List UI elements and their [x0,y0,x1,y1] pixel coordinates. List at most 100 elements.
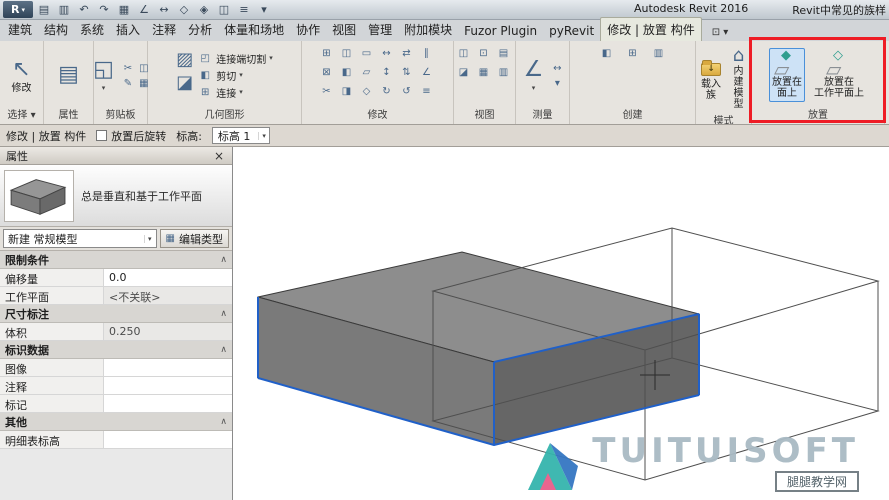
collapse-icon[interactable]: ∧ [220,345,227,355]
tab-systems[interactable]: 系统 [74,18,110,41]
mark-value-field[interactable] [104,395,232,412]
tab-manage[interactable]: 管理 [362,18,398,41]
mirror-icon[interactable]: ▭ [359,46,375,61]
paint-icon[interactable]: ◪ [176,73,193,93]
reveal-icon[interactable]: ▦ [476,65,492,80]
place-on-face-button[interactable]: ◆ ▱ 放置在 面上 [769,48,805,102]
array-icon[interactable]: ▱ [359,65,375,80]
rotate-after-placement-checkbox[interactable]: 放置后旋转 [96,128,166,144]
panel-label-select[interactable]: 选择 ▾ [0,109,43,124]
tab-view[interactable]: 视图 [326,18,362,41]
delete-icon[interactable]: ✂ [319,84,335,99]
linework-icon[interactable]: ▥ [496,65,512,80]
section-other[interactable]: 其他 ∧ [0,413,232,431]
aligned-dim-icon[interactable]: ↔ [549,61,565,76]
schedule-level-value-field[interactable] [104,431,232,448]
fillet-icon[interactable]: ◇ [359,84,375,99]
load-family-button[interactable]: ↓ 载入 族 [698,52,724,104]
panel-label-clipboard: 剪贴板 [94,109,147,124]
redo-icon[interactable]: ↷ [95,2,113,18]
thin-lines-icon[interactable]: ≡ [235,2,253,18]
modify-button[interactable]: ↖ 修改 [9,54,35,97]
place-on-work-plane-button[interactable]: ◇ ▱ 放置在 工作平面上 [811,48,867,102]
measure-more-icon[interactable]: ▾ [549,76,565,91]
tab-pyrevit[interactable]: pyRevit [543,21,600,41]
tab-architecture[interactable]: 建筑 [2,18,38,41]
join-geometry-button[interactable]: ⊞ 连接 ▾ [197,84,273,100]
isolate-icon[interactable]: ◪ [456,65,472,80]
split-icon[interactable]: ◧ [339,65,355,80]
scale-icon[interactable]: ↕ [379,65,395,80]
property-row-offset: 偏移量 0.0 [0,269,232,287]
lines-icon[interactable]: ≡ [419,84,435,99]
paste-icon: ◱ [93,57,114,83]
image-value-field[interactable] [104,359,232,376]
create-assembly-icon[interactable]: ▥ [651,46,667,61]
collapse-icon[interactable]: ∧ [220,255,227,265]
app-menu-button[interactable]: R ▾ [3,1,33,18]
create-similar-icon[interactable]: ◧ [599,46,615,61]
tab-annotate[interactable]: 注释 [146,18,182,41]
section-icon[interactable]: ◫ [215,2,233,18]
comments-value-field[interactable] [104,377,232,394]
rotate-cw-icon[interactable]: ↻ [379,84,395,99]
move-icon[interactable]: ↔ [379,46,395,61]
tab-modify-place-component[interactable]: 修改 | 放置 构件 [600,17,702,41]
cut-geometry-button[interactable]: ◧ 剪切 ▾ [197,67,273,83]
match-type-icon[interactable]: ✎ [120,76,136,91]
trim-icon[interactable]: ⊠ [319,65,335,80]
section-dimensions[interactable]: 尺寸标注 ∧ [0,305,232,323]
align-icon[interactable]: ⊞ [319,46,335,61]
rotate-icon[interactable]: ∥ [419,46,435,61]
offset-icon[interactable]: ◫ [339,46,355,61]
tab-collaborate[interactable]: 协作 [290,18,326,41]
measure-button[interactable]: ∠ ▾ [521,54,547,97]
tab-insert[interactable]: 插入 [110,18,146,41]
paste-button[interactable]: ◱ ▾ [90,54,117,97]
level-label: 标高: [176,128,202,144]
tab-massing-site[interactable]: 体量和场地 [218,18,290,41]
print-icon[interactable]: ▦ [115,2,133,18]
window-title: Autodesk Revit 2016 Revit中常见的族样 [634,2,886,18]
cope-icon[interactable]: ▨ [176,50,193,70]
tag-icon[interactable]: ◇ [175,2,193,18]
section-identity-data[interactable]: 标识数据 ∧ [0,341,232,359]
model-in-place-button[interactable]: ⌂ 内建 模型 [728,43,749,113]
cut-icon[interactable]: ✂ [120,61,136,76]
pin-icon[interactable]: ⇅ [399,65,415,80]
join-end-cut-button[interactable]: ◰ 连接端切割 ▾ [197,50,273,66]
property-row-volume: 体积 0.250 [0,323,232,341]
properties-palette-header[interactable]: 属性 × [0,147,232,165]
type-selector[interactable]: 新建 常规模型 ▾ [3,229,157,248]
dimension-icon[interactable]: ↔ [155,2,173,18]
ribbon-toggle-icon[interactable]: ⊡ ▾ [708,24,733,41]
unpin-icon[interactable]: ∠ [419,65,435,80]
drawing-area[interactable]: TUITUISOFT 腿腿教学网 [233,147,889,500]
collapse-icon[interactable]: ∧ [220,309,227,319]
hide-icon[interactable]: ⊡ [476,46,492,61]
properties-button[interactable]: ▤ [55,59,82,91]
create-group-icon[interactable]: ⊞ [625,46,641,61]
extend-icon[interactable]: ◨ [339,84,355,99]
close-icon[interactable]: × [212,150,226,162]
open-icon[interactable]: ▤ [35,2,53,18]
tab-addins[interactable]: 附加模块 [398,18,458,41]
undo-icon[interactable]: ↶ [75,2,93,18]
level-combobox[interactable]: 标高 1 ▾ [212,127,270,144]
section-constraints[interactable]: 限制条件 ∧ [0,251,232,269]
tab-analyze[interactable]: 分析 [182,18,218,41]
copy-tool-icon[interactable]: ⇄ [399,46,415,61]
3d-view-icon[interactable]: ◈ [195,2,213,18]
checkbox-icon[interactable] [96,130,107,141]
tab-structure[interactable]: 结构 [38,18,74,41]
collapse-icon[interactable]: ∧ [220,417,227,427]
qat-customize-icon[interactable]: ▾ [255,2,273,18]
edit-type-button[interactable]: ▦ 编辑类型 [160,229,229,248]
tab-fuzor-plugin[interactable]: Fuzor Plugin [458,21,543,41]
visibility-icon[interactable]: ◫ [456,46,472,61]
rotate-ccw-icon[interactable]: ↺ [399,84,415,99]
save-icon[interactable]: ▥ [55,2,73,18]
offset-value-field[interactable]: 0.0 [104,269,232,286]
override-icon[interactable]: ▤ [496,46,512,61]
measure-icon[interactable]: ∠ [135,2,153,18]
